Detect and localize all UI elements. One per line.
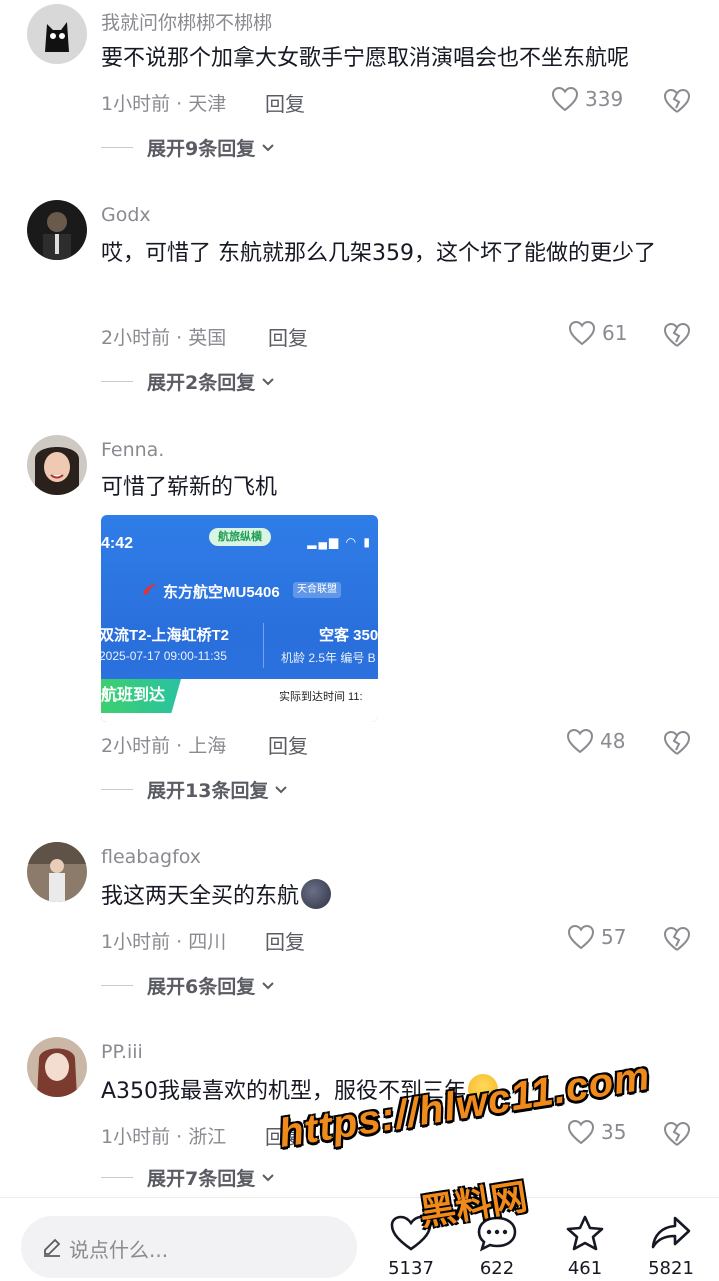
expand-replies[interactable]: 展开2条回复 [101, 368, 275, 395]
broken-heart-icon [663, 730, 691, 755]
comment-text: 哎，可惜了 东航就那么几架359，这个坏了能做的更少了 [101, 241, 656, 266]
arrival-status: 航班到达 [101, 679, 181, 713]
star-icon [566, 1215, 604, 1251]
broken-heart-icon [663, 926, 691, 951]
comment-input[interactable]: 说点什么... [21, 1216, 357, 1278]
like-count: 339 [585, 87, 624, 111]
moon-emoji-icon [301, 879, 332, 909]
comment-total: 622 [479, 1258, 515, 1279]
dislike-button[interactable] [663, 926, 691, 952]
comment-text: 可惜了崭新的飞机 [101, 475, 278, 500]
username[interactable]: fleabagfox [101, 846, 201, 868]
app-badge: 航旅纵横 [209, 528, 271, 546]
chevron-down-icon [262, 377, 274, 385]
chevron-down-icon [262, 981, 274, 989]
expand-replies[interactable]: 展开13条回复 [101, 776, 288, 803]
comment-meta: 1小时前 · 浙江 [101, 1126, 227, 1148]
expand-label: 展开6条回复 [147, 976, 256, 998]
expand-replies[interactable]: 展开7条回复 [101, 1164, 275, 1191]
aircraft-type: 空客 350 [319, 627, 378, 644]
chevron-down-icon [275, 785, 288, 793]
like-count: 61 [602, 321, 628, 345]
like-button[interactable]: 61 [568, 320, 627, 346]
username[interactable]: Godx [101, 204, 151, 226]
expand-label: 展开7条回复 [147, 1168, 256, 1190]
comment-meta: 1小时前 · 天津 [101, 93, 227, 115]
dislike-button[interactable] [663, 1121, 691, 1147]
input-placeholder: 说点什么... [69, 1238, 169, 1262]
like-button[interactable]: 35 [567, 1119, 626, 1145]
favorite-total: 461 [567, 1258, 603, 1279]
expand-label: 展开2条回复 [147, 372, 256, 394]
reply-button[interactable]: 回复 [265, 88, 305, 117]
comment-text: 要不说那个加拿大女歌手宁愿取消演唱会也不坐东航呢 [101, 46, 630, 71]
dislike-button[interactable] [663, 88, 691, 114]
like-count: 48 [600, 729, 626, 753]
dislike-button[interactable] [663, 322, 691, 348]
avatar[interactable] [27, 842, 87, 902]
heart-icon [567, 1119, 595, 1145]
broken-heart-icon [663, 88, 691, 113]
chevron-down-icon [262, 143, 274, 151]
username[interactable]: 我就问你梆梆不梆梆 [101, 8, 272, 35]
divider [101, 381, 133, 382]
divider [263, 623, 264, 668]
comment-meta: 2小时前 · 上海 [101, 735, 227, 757]
avatar[interactable] [27, 435, 87, 495]
like-button[interactable]: 57 [567, 924, 626, 950]
divider [101, 147, 133, 148]
bottom-action-bar: 说点什么... 5137 622 461 5821 [0, 1197, 719, 1281]
divider [101, 789, 133, 790]
broken-heart-icon [663, 1121, 691, 1146]
status-icons: ▂▄▆ ◠ ▮ [307, 535, 372, 549]
like-button[interactable]: 48 [566, 728, 625, 754]
divider [101, 1177, 133, 1178]
heart-icon [567, 924, 595, 950]
like-count: 35 [601, 1120, 627, 1144]
clock: 4:42 [101, 535, 134, 552]
dislike-button[interactable] [663, 730, 691, 756]
comment-meta: 2小时前 · 英国 [101, 327, 227, 349]
username[interactable]: Fenna. [101, 439, 164, 461]
favorite-action[interactable]: 461 [555, 1214, 615, 1279]
share-total: 5821 [648, 1258, 694, 1279]
flight-route: 双流T2-上海虹桥T2 [101, 627, 230, 644]
broken-heart-icon [663, 322, 691, 347]
comment-text-content: 我这两天全买的东航 [101, 884, 300, 909]
expand-label: 展开13条回复 [147, 780, 269, 802]
avatar[interactable] [27, 200, 87, 260]
comment-meta: 1小时前 · 四川 [101, 931, 227, 953]
heart-icon [566, 728, 594, 754]
reply-button[interactable]: 回复 [268, 730, 308, 759]
aircraft-age: 机龄 2.5年 编号 B [281, 651, 376, 665]
like-button[interactable]: 339 [551, 86, 623, 112]
reply-button[interactable]: 回复 [268, 322, 308, 351]
pencil-icon [44, 1238, 61, 1257]
expand-replies[interactable]: 展开6条回复 [101, 972, 275, 999]
flight-date: 2025-07-17 09:00-11:35 [101, 649, 227, 663]
alliance-badge: 天合联盟 [293, 582, 341, 598]
username[interactable]: PP.iii [101, 1041, 143, 1063]
airline-logo-icon [143, 584, 157, 595]
share-action[interactable]: 5821 [641, 1214, 701, 1279]
chevron-down-icon [262, 1173, 274, 1181]
like-total: 5137 [388, 1258, 434, 1279]
expand-replies[interactable]: 展开9条回复 [101, 134, 275, 161]
divider [101, 985, 133, 986]
avatar[interactable] [27, 1037, 87, 1097]
like-count: 57 [601, 925, 627, 949]
heart-icon [551, 86, 579, 112]
airline-name: 东方航空MU5406 [163, 584, 280, 601]
heart-icon [568, 320, 596, 346]
comment-text: 我这两天全买的东航 [101, 876, 701, 917]
actual-arrival: 实际到达时间 11: [279, 691, 363, 703]
expand-label: 展开9条回复 [147, 138, 256, 160]
flight-screenshot[interactable]: 4:42 航旅纵横 ▂▄▆ ◠ ▮ 东方航空MU5406 天合联盟 双流T2-上… [101, 515, 378, 722]
reply-button[interactable]: 回复 [265, 926, 305, 955]
avatar[interactable] [27, 4, 87, 64]
share-arrow-icon [651, 1216, 691, 1249]
